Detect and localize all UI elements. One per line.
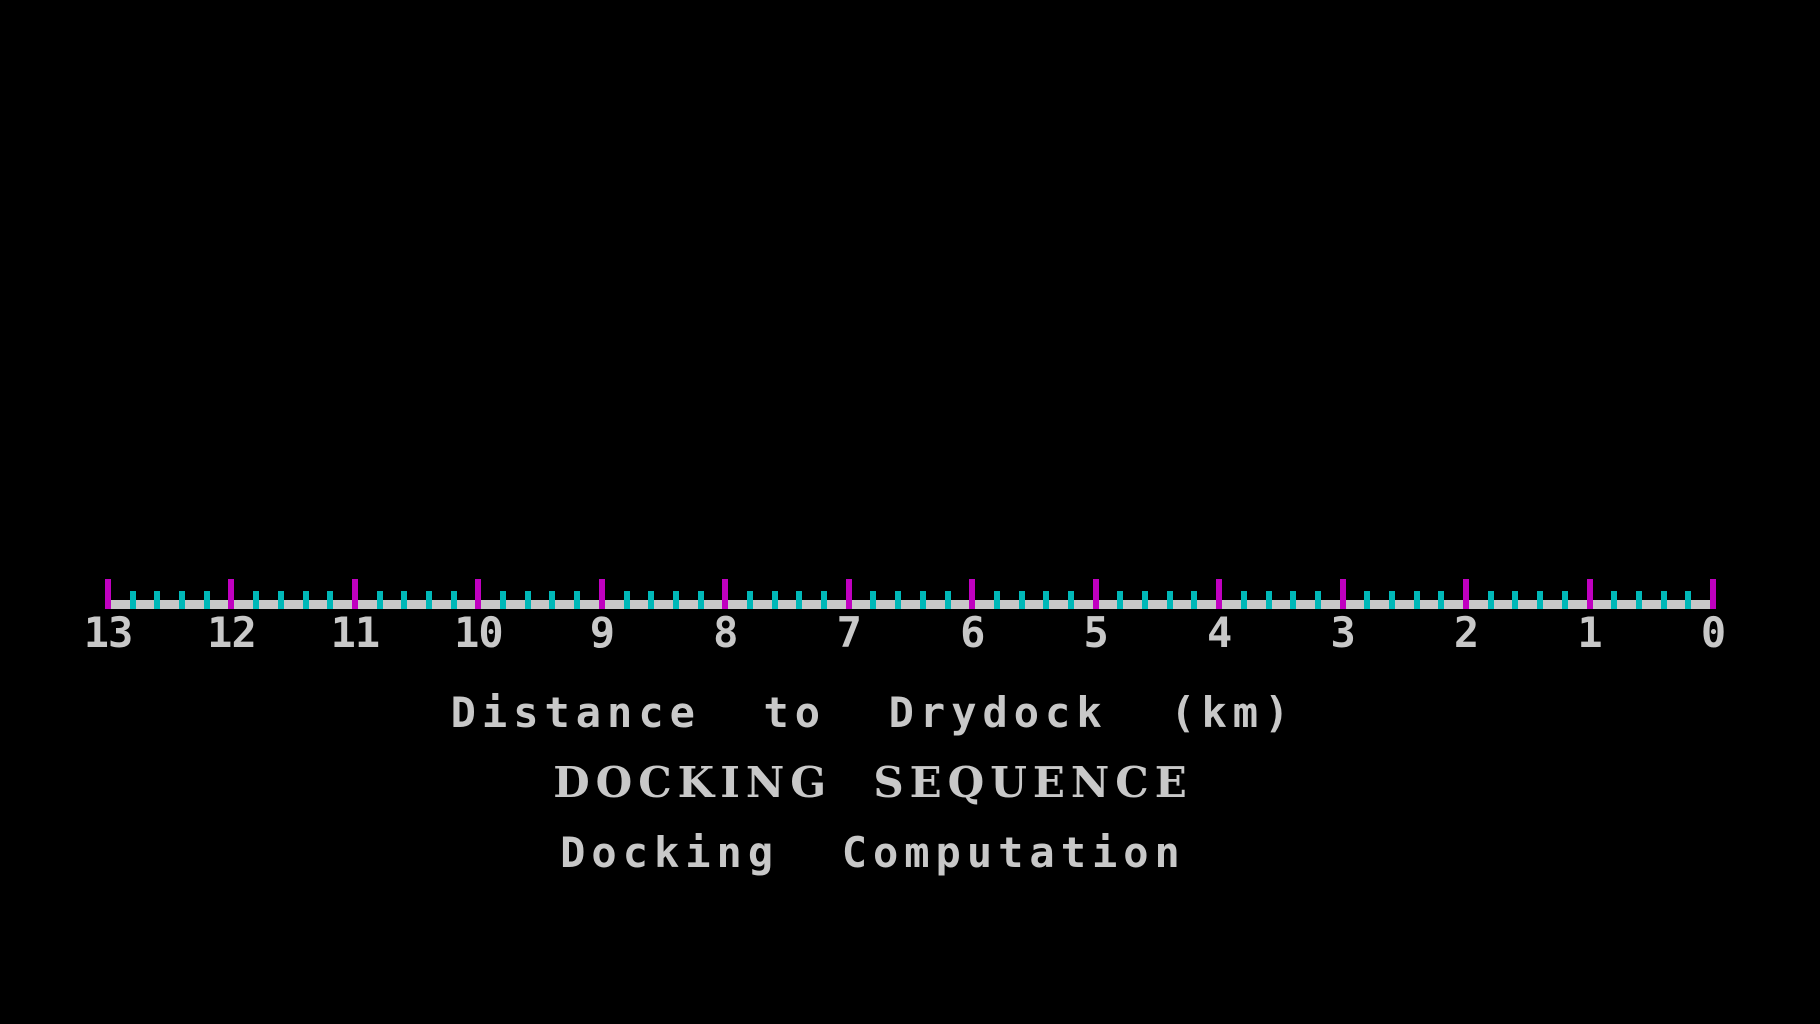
sequence-title: DOCKING SEQUENCE [553, 758, 1193, 807]
ruler-minor-tick [500, 591, 507, 609]
ruler-minor-tick [672, 591, 679, 609]
ruler-minor-tick [1240, 591, 1247, 609]
ruler-minor-tick [129, 591, 136, 609]
ruler-minor-tick [1487, 591, 1494, 609]
ruler-minor-tick [796, 591, 803, 609]
ruler-major-tick [722, 579, 729, 609]
ruler-minor-tick [1117, 591, 1124, 609]
ruler-minor-tick [771, 591, 778, 609]
ruler-major-tick [1092, 579, 1099, 609]
ruler-minor-tick [1438, 591, 1445, 609]
ruler-minor-tick [1537, 591, 1544, 609]
hud-caption-block: Distance to Drydock (km) DOCKING SEQUENC… [0, 0, 1780, 1024]
ruler-minor-tick [870, 591, 877, 609]
ruler-minor-tick [1611, 591, 1618, 609]
ruler-major-tick [1586, 579, 1593, 609]
docking-computation-screen: 13 12 11 10 9 8 7 6 5 4 3 2 1 0 Distance to Drydock (… [0, 0, 1820, 1024]
ruler-major-tick [1463, 579, 1470, 609]
ruler-major-tick [845, 579, 852, 609]
ruler-major-tick [105, 579, 111, 609]
ruler-major-tick [1339, 579, 1346, 609]
ruler-major-tick [598, 579, 605, 609]
ruler-minor-tick [524, 591, 531, 609]
ruler-minor-tick [1635, 591, 1642, 609]
ruler-minor-tick [1660, 591, 1667, 609]
ruler-minor-tick [401, 591, 408, 609]
ruler-minor-tick [697, 591, 704, 609]
ruler-minor-tick [549, 591, 556, 609]
ruler-minor-tick [1364, 591, 1371, 609]
ruler-minor-tick [426, 591, 432, 609]
ruler-minor-tick [1043, 591, 1050, 609]
axis-caption: Distance to Drydock (km) [450, 688, 1296, 737]
ruler-minor-tick [450, 591, 457, 609]
ruler-minor-tick [1413, 591, 1420, 609]
ruler-minor-tick [179, 591, 186, 609]
ruler-minor-tick [327, 591, 334, 609]
ruler-minor-tick [1290, 591, 1297, 609]
ruler-minor-tick [648, 591, 655, 609]
ruler-minor-tick [277, 591, 284, 609]
ruler-major-tick [969, 579, 976, 609]
ruler-minor-tick [1561, 591, 1568, 609]
ruler-major-tick [1216, 579, 1223, 609]
ruler-minor-tick [302, 591, 309, 609]
ruler-minor-tick [1166, 591, 1173, 609]
ruler-minor-tick [1142, 591, 1149, 609]
ruler-major-tick [1710, 579, 1716, 609]
ruler-minor-tick [1068, 591, 1074, 609]
ruler-minor-tick [623, 591, 630, 609]
ruler-minor-tick [154, 591, 161, 609]
ruler-minor-tick [993, 591, 1000, 609]
ruler-minor-tick [376, 591, 383, 609]
ruler-minor-tick [574, 591, 581, 609]
ruler-minor-tick [203, 591, 210, 609]
ruler-minor-tick [1314, 591, 1321, 609]
ruler-minor-tick [1191, 591, 1198, 609]
ruler-minor-tick [895, 591, 902, 609]
ruler-minor-tick [1685, 591, 1692, 609]
ruler-minor-tick [919, 591, 926, 609]
ruler-minor-tick [253, 591, 260, 609]
ruler-minor-tick [1389, 591, 1395, 609]
ruler-major-tick [475, 579, 482, 609]
ruler-minor-tick [747, 591, 753, 609]
ruler-minor-tick [1018, 591, 1025, 609]
ruler-minor-tick [944, 591, 951, 609]
mode-label: Docking Computation [560, 828, 1186, 877]
ruler-minor-tick [821, 591, 828, 609]
ruler-minor-tick [1512, 591, 1519, 609]
ruler-major-tick [351, 579, 358, 609]
ruler-minor-tick [1265, 591, 1272, 609]
ruler-major-tick [228, 579, 235, 609]
